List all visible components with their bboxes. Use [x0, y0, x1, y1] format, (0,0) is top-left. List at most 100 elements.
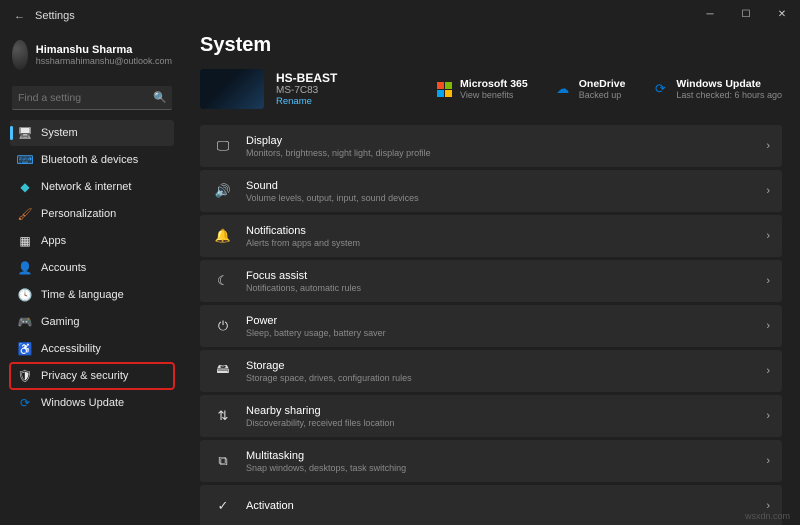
card-subtitle: Discoverability, received files location — [246, 418, 766, 428]
card-subtitle: Monitors, brightness, night light, displ… — [246, 148, 766, 158]
sidebar-item-label: Network & internet — [41, 181, 131, 193]
onedrive-icon: ☁ — [554, 80, 572, 98]
access-icon: ♿ — [18, 342, 32, 356]
user-email: hssharmahimanshu@outlook.com — [36, 56, 172, 66]
close-button[interactable]: ✕ — [764, 0, 800, 28]
settings-card-display[interactable]: 🖵 Display Monitors, brightness, night li… — [200, 125, 782, 167]
sidebar-item-network-internet[interactable]: ◆ Network & internet — [10, 174, 174, 200]
rename-link[interactable]: Rename — [276, 96, 337, 107]
card-icon: ✓ — [214, 498, 232, 514]
pc-model: MS-7C83 — [276, 85, 337, 96]
card-title: Activation — [246, 500, 766, 512]
bluetooth-icon: ⌨ — [18, 153, 32, 167]
onedrive-card[interactable]: ☁ OneDriveBacked up — [554, 78, 626, 100]
user-name: Himanshu Sharma — [36, 44, 172, 56]
search-icon: 🔍 — [153, 91, 167, 104]
sidebar-item-system[interactable]: 🖥 System — [10, 120, 174, 146]
sidebar-item-label: Privacy & security — [41, 370, 128, 382]
back-icon[interactable]: ← — [14, 10, 25, 22]
search-input-wrapper[interactable]: 🔍 — [12, 86, 172, 110]
card-subtitle: Alerts from apps and system — [246, 238, 766, 248]
hero-title: Windows Update — [676, 78, 782, 90]
sidebar-item-bluetooth-devices[interactable]: ⌨ Bluetooth & devices — [10, 147, 174, 173]
card-icon: 🔊 — [214, 183, 232, 199]
watermark: wsxdn.com — [745, 511, 790, 521]
hero-title: Microsoft 365 — [460, 78, 528, 90]
card-title: Notifications — [246, 225, 766, 237]
card-title: Sound — [246, 180, 766, 192]
maximize-button[interactable]: ☐ — [728, 0, 764, 28]
game-icon: 🎮 — [18, 315, 32, 329]
shield-icon: 🛡 — [18, 369, 32, 383]
settings-card-multitasking[interactable]: ⧉ Multitasking Snap windows, desktops, t… — [200, 440, 782, 482]
sidebar-item-label: Apps — [41, 235, 66, 247]
window-title: Settings — [35, 10, 75, 22]
chevron-right-icon: › — [766, 185, 770, 197]
card-icon: 🔔 — [214, 228, 232, 244]
settings-card-storage[interactable]: 🖴 Storage Storage space, drives, configu… — [200, 350, 782, 392]
update-icon: ⟳ — [18, 396, 32, 410]
card-icon: ☾ — [214, 273, 232, 289]
sidebar-item-label: Time & language — [41, 289, 124, 301]
display-icon: 🖥 — [18, 126, 32, 140]
apps-icon: ▦ — [18, 234, 32, 248]
sidebar-item-label: Accounts — [41, 262, 86, 274]
sidebar-item-label: Personalization — [41, 208, 116, 220]
chevron-right-icon: › — [766, 275, 770, 287]
settings-card-notifications[interactable]: 🔔 Notifications Alerts from apps and sys… — [200, 215, 782, 257]
chevron-right-icon: › — [766, 140, 770, 152]
sidebar-item-accounts[interactable]: 👤 Accounts — [10, 255, 174, 281]
sidebar-item-personalization[interactable]: 🖌Personalization — [10, 201, 174, 227]
chevron-right-icon: › — [766, 455, 770, 467]
sidebar-item-time-language[interactable]: 🕓 Time & language — [10, 282, 174, 308]
card-subtitle: Volume levels, output, input, sound devi… — [246, 193, 766, 203]
card-title: Storage — [246, 360, 766, 372]
sidebar-item-label: Accessibility — [41, 343, 101, 355]
chevron-right-icon: › — [766, 230, 770, 242]
sidebar-item-apps[interactable]: ▦ Apps — [10, 228, 174, 254]
pc-thumbnail — [200, 69, 264, 109]
sidebar-item-windows-update[interactable]: ⟳Windows Update — [10, 390, 174, 416]
card-title: Nearby sharing — [246, 405, 766, 417]
settings-card-focus-assist[interactable]: ☾ Focus assist Notifications, automatic … — [200, 260, 782, 302]
clock-icon: 🕓 — [18, 288, 32, 302]
update-icon: ⟳ — [651, 80, 669, 98]
chevron-right-icon: › — [766, 365, 770, 377]
card-title: Display — [246, 135, 766, 147]
hero-sub: View benefits — [460, 90, 528, 100]
card-subtitle: Notifications, automatic rules — [246, 283, 766, 293]
card-title: Multitasking — [246, 450, 766, 462]
settings-card-power[interactable]: ⏻ Power Sleep, battery usage, battery sa… — [200, 305, 782, 347]
page-title: System — [200, 34, 782, 57]
card-subtitle: Snap windows, desktops, task switching — [246, 463, 766, 473]
person-icon: 👤 — [18, 261, 32, 275]
microsoft-365-card[interactable]: Microsoft 365View benefits — [435, 78, 528, 100]
user-profile[interactable]: Himanshu Sharma hssharmahimanshu@outlook… — [10, 36, 174, 80]
card-subtitle: Sleep, battery usage, battery saver — [246, 328, 766, 338]
sidebar-item-privacy-security[interactable]: 🛡 Privacy & security — [10, 363, 174, 389]
card-icon: ⧉ — [214, 453, 232, 469]
card-icon: ⇅ — [214, 408, 232, 424]
wifi-icon: ◆ — [18, 180, 32, 194]
card-icon: ⏻ — [214, 318, 232, 334]
settings-card-sound[interactable]: 🔊 Sound Volume levels, output, input, so… — [200, 170, 782, 212]
card-title: Focus assist — [246, 270, 766, 282]
sidebar-item-gaming[interactable]: 🎮 Gaming — [10, 309, 174, 335]
card-icon: 🖴 — [214, 360, 232, 382]
windows-update-card[interactable]: ⟳ Windows UpdateLast checked: 6 hours ag… — [651, 78, 782, 100]
settings-card-nearby-sharing[interactable]: ⇅ Nearby sharing Discoverability, receiv… — [200, 395, 782, 437]
hero-title: OneDrive — [579, 78, 626, 90]
card-subtitle: Storage space, drives, configuration rul… — [246, 373, 766, 383]
microsoft-logo-icon — [435, 80, 453, 98]
card-icon: 🖵 — [214, 138, 232, 154]
sidebar-item-label: System — [41, 127, 78, 139]
settings-card-activation[interactable]: ✓ Activation › — [200, 485, 782, 525]
sidebar-item-accessibility[interactable]: ♿ Accessibility — [10, 336, 174, 362]
pc-name: HS-BEAST — [276, 71, 337, 85]
avatar — [12, 40, 28, 70]
sidebar-item-label: Gaming — [41, 316, 80, 328]
minimize-button[interactable]: ─ — [692, 0, 728, 28]
sidebar-item-label: Bluetooth & devices — [41, 154, 138, 166]
hero-sub: Last checked: 6 hours ago — [676, 90, 782, 100]
search-input[interactable] — [18, 92, 153, 104]
